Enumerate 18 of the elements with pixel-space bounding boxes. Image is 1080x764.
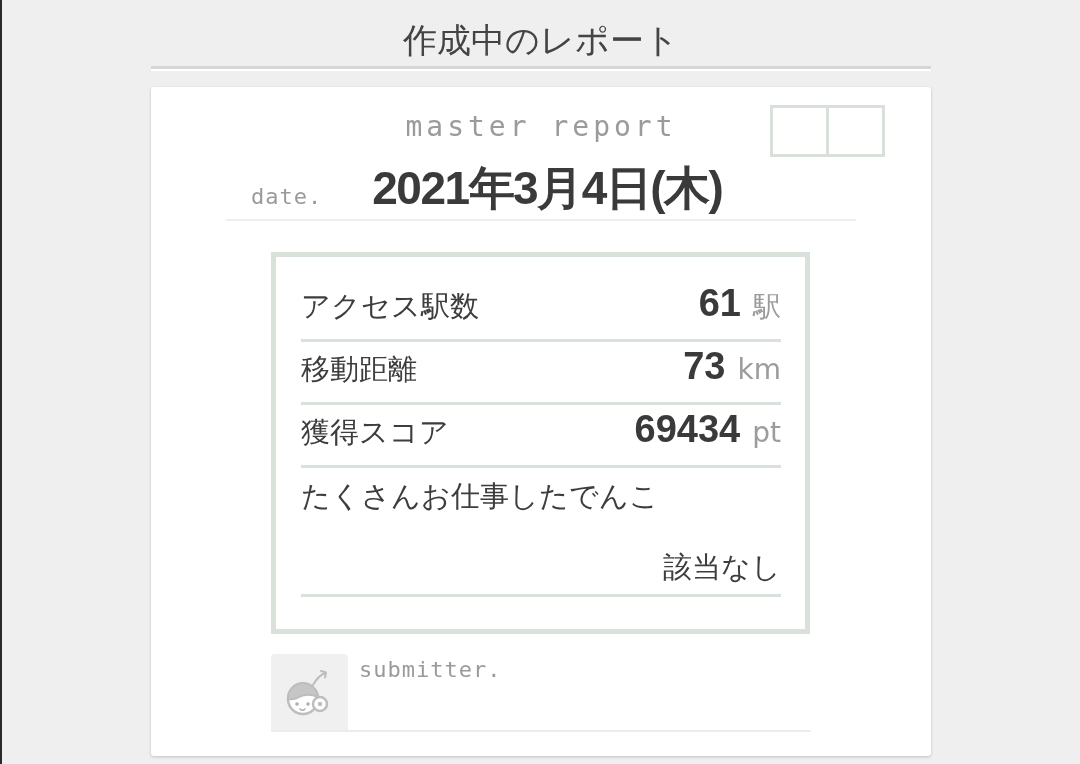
stat-value: 69434 — [634, 409, 741, 449]
stat-value: 61 — [698, 283, 741, 323]
stat-unit: pt — [752, 415, 781, 451]
stat-unit: km — [737, 352, 781, 388]
stamp-box — [770, 105, 829, 157]
stat-value: 73 — [683, 346, 726, 386]
stat-label: アクセス駅数 — [301, 288, 479, 325]
note-value: 該当なし — [662, 549, 781, 586]
stat-label: 獲得スコア — [301, 414, 449, 451]
stat-unit: 駅 — [753, 289, 781, 325]
stamp-box — [829, 105, 885, 157]
date-label: date. — [251, 184, 323, 209]
note-label: たくさんお仕事したでんこ — [301, 478, 660, 515]
report-date: 2021年3月4日(木) — [372, 163, 723, 213]
page-title: 作成中のレポート — [402, 20, 680, 60]
stat-label: 移動距離 — [301, 351, 417, 388]
report-heading: master report — [405, 110, 677, 144]
submitter-label: submitter. — [359, 657, 502, 683]
